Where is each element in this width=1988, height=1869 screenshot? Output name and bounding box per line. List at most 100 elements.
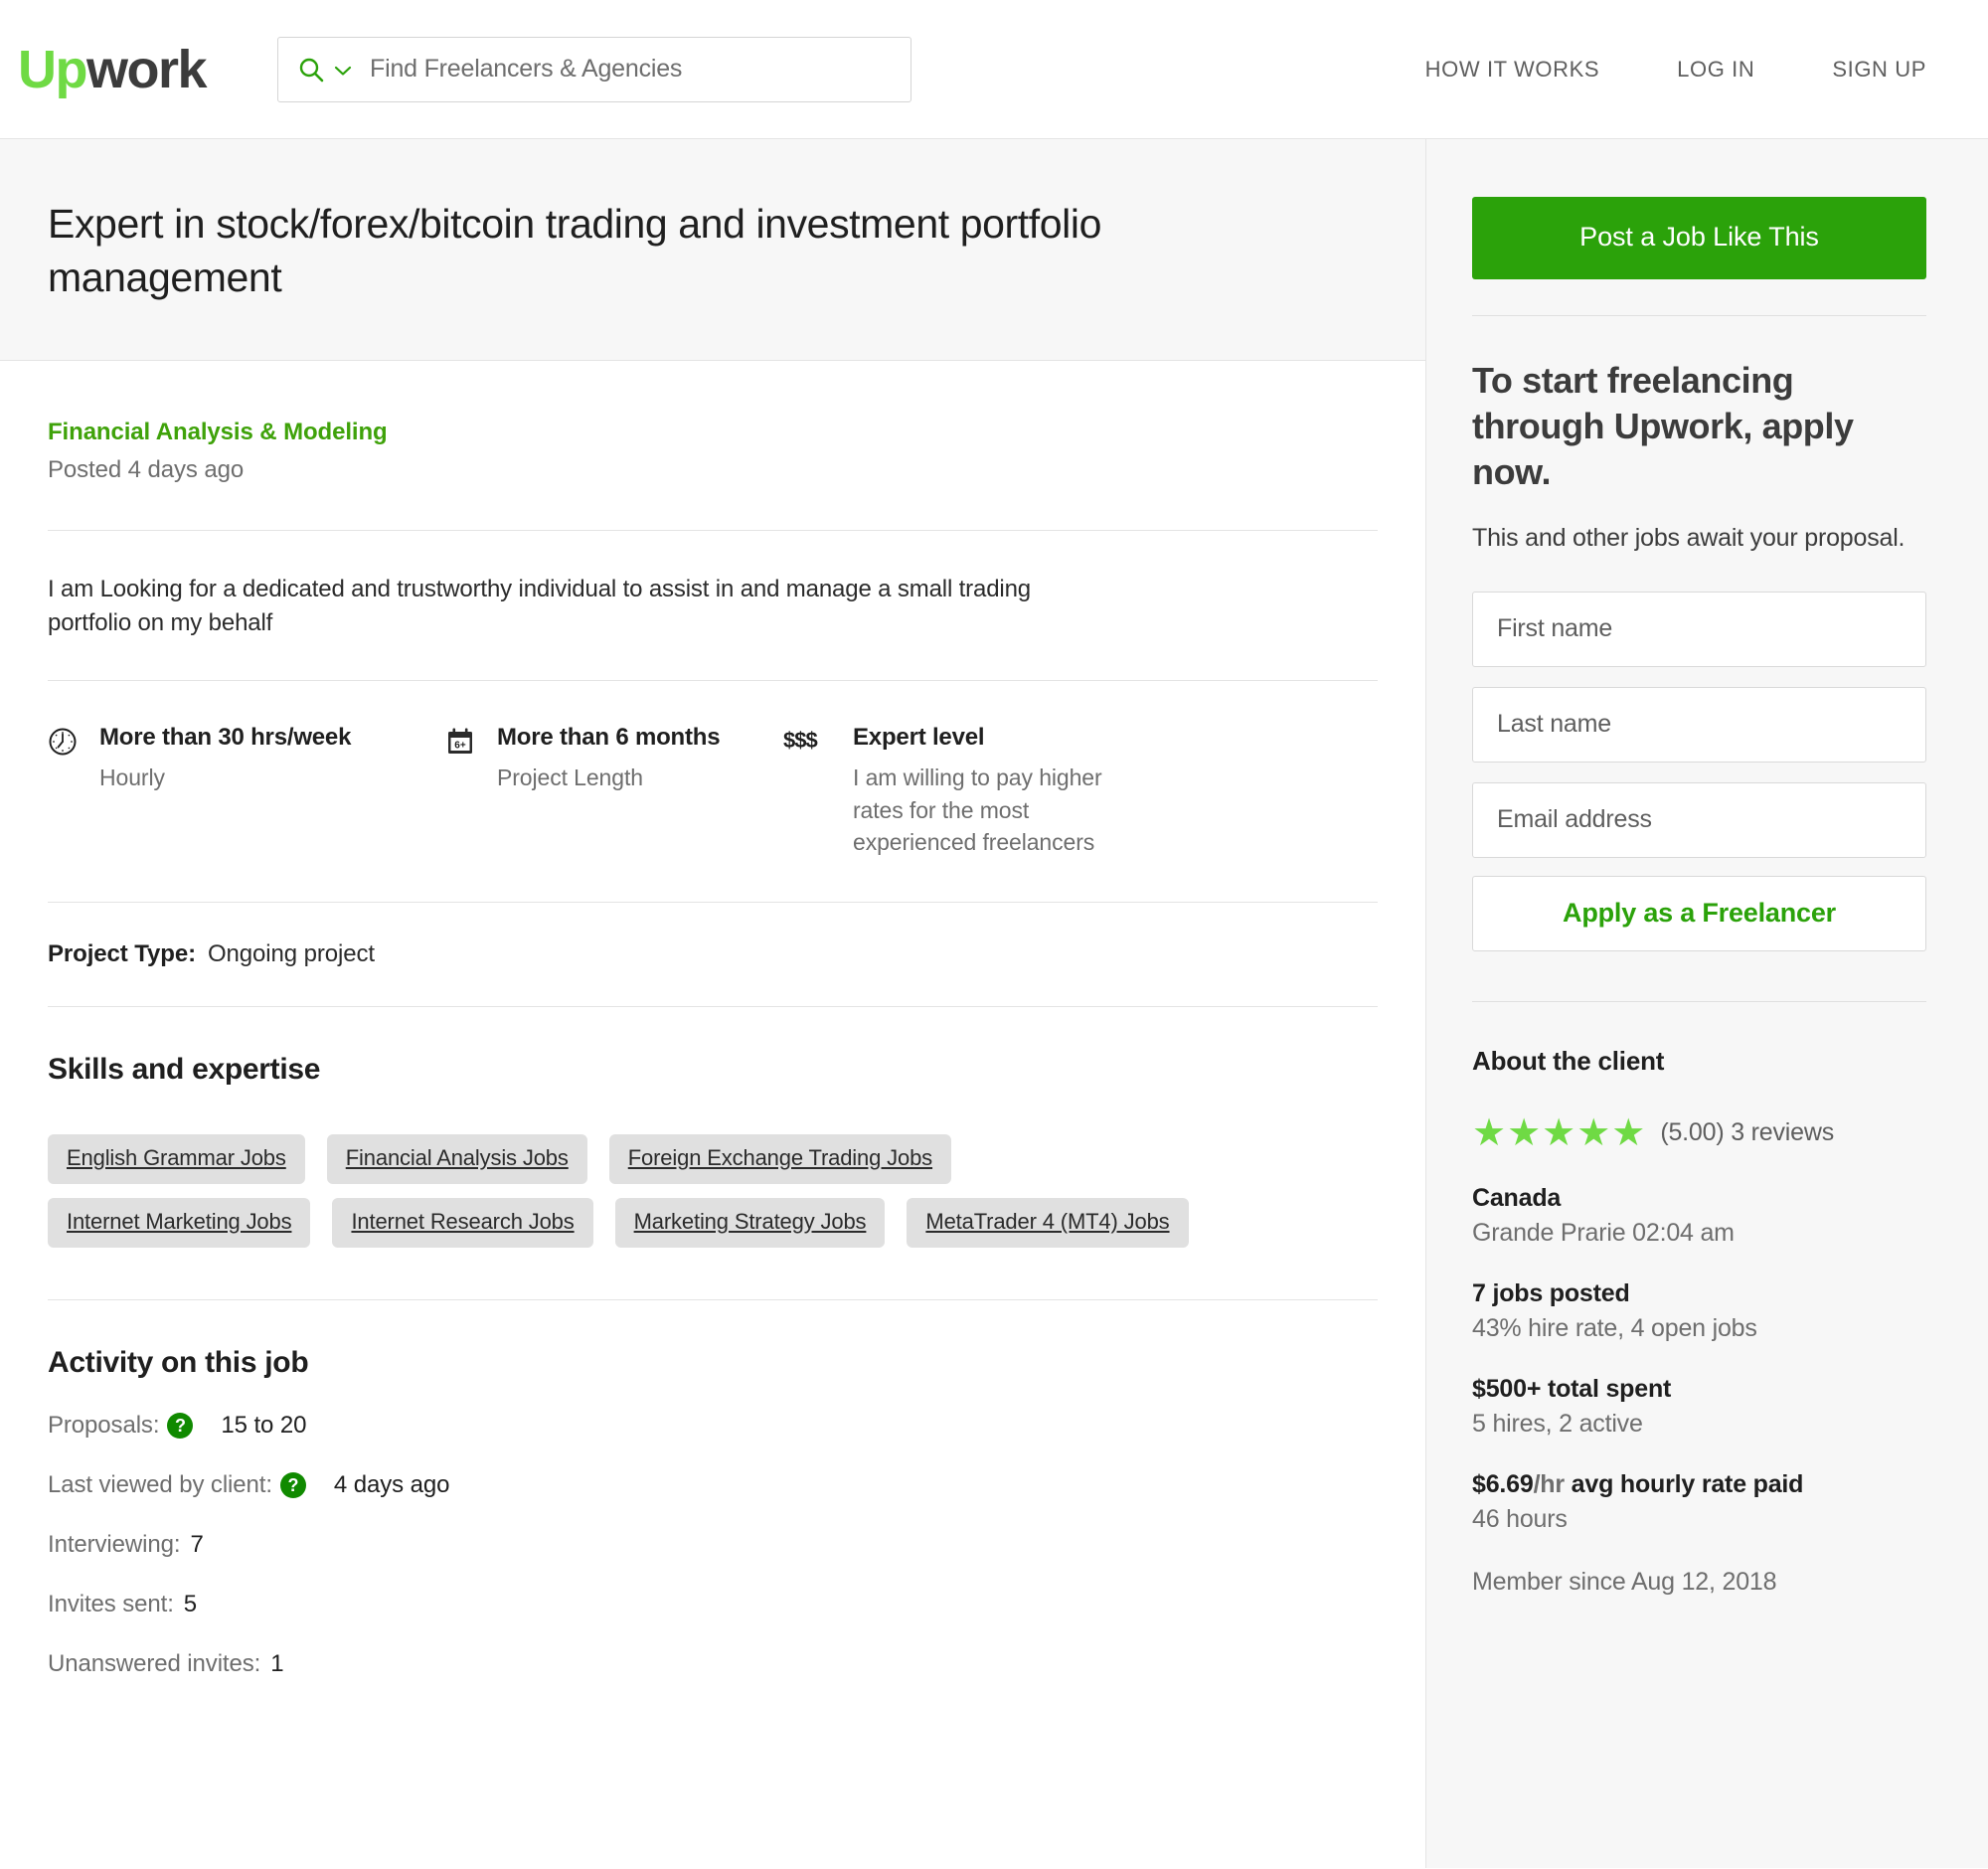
attribute-title: More than 6 months xyxy=(497,724,721,752)
signup-form xyxy=(1472,591,1926,858)
project-type-label: Project Type: xyxy=(48,939,196,967)
skills-tag-list: English Grammar Jobs Financial Analysis … xyxy=(48,1087,1221,1248)
client-avg-rate: $6.69/hr avg hourly rate paid 46 hours xyxy=(1472,1470,1926,1534)
project-type-value: Ongoing project xyxy=(207,939,375,967)
email-field[interactable] xyxy=(1472,781,1926,858)
client-total-spent: $500+ total spent xyxy=(1472,1374,1672,1403)
activity-row-proposals: Proposals: ? 15 to 20 xyxy=(48,1412,1378,1440)
avg-rate-unit: /hr xyxy=(1533,1469,1566,1498)
search-input[interactable]: Find Freelancers & Agencies xyxy=(370,55,682,84)
posted-date: Posted 4 days ago xyxy=(48,456,245,484)
attribute-hours: More than 30 hrs/week Hourly xyxy=(48,723,445,858)
activity-section: Activity on this job Proposals: ? 15 to … xyxy=(48,1346,1378,1708)
dollar-signs-icon: $$$ xyxy=(783,728,818,754)
project-type-row: Project Type: Ongoing project xyxy=(48,903,1378,1006)
job-description: I am Looking for a dedicated and trustwo… xyxy=(48,576,1031,637)
logo-work-text: work xyxy=(85,39,208,99)
client-spend: $500+ total spent 5 hires, 2 active xyxy=(1472,1375,1926,1439)
star-rating-icon: ★★★★★ xyxy=(1472,1111,1647,1154)
apply-subtext: This and other jobs await your proposal. xyxy=(1472,524,1905,553)
logo-up-text: Up xyxy=(18,39,87,99)
chevron-down-icon[interactable] xyxy=(334,64,352,76)
activity-label: Last viewed by client: xyxy=(48,1470,272,1498)
client-location: Canada Grande Prarie 02:04 am xyxy=(1472,1184,1926,1248)
activity-value: 1 xyxy=(270,1649,284,1677)
page-body: Expert in stock/forex/bitcoin trading an… xyxy=(0,139,1988,1868)
clock-icon xyxy=(48,723,82,762)
attribute-duration: 6+ More than 6 months Project Length xyxy=(445,723,783,858)
attribute-title: Expert level xyxy=(853,724,985,752)
client-local-time: Grande Prarie 02:04 am xyxy=(1472,1218,1735,1247)
attribute-experience: $$$ Expert level I am willing to pay hig… xyxy=(783,723,1111,858)
help-icon[interactable]: ? xyxy=(167,1412,194,1439)
nav-sign-up[interactable]: SIGN UP xyxy=(1832,57,1926,83)
attribute-subtitle: I am willing to pay higher rates for the… xyxy=(853,765,1102,855)
activity-label: Invites sent: xyxy=(48,1590,174,1617)
activity-value: 5 xyxy=(183,1590,198,1617)
activity-row-invites-sent: Invites sent: 5 xyxy=(48,1591,1378,1618)
rating-text: (5.00) 3 reviews xyxy=(1660,1118,1834,1147)
client-jobs: 7 jobs posted 43% hire rate, 4 open jobs xyxy=(1472,1279,1926,1343)
first-name-field[interactable] xyxy=(1472,591,1926,667)
sidebar: Post a Job Like This To start freelancin… xyxy=(1426,139,1988,1868)
search-box[interactable]: Find Freelancers & Agencies xyxy=(277,36,912,102)
divider xyxy=(48,1005,1378,1007)
client-hires: 5 hires, 2 active xyxy=(1472,1409,1643,1438)
skill-tag[interactable]: MetaTrader 4 (MT4) Jobs xyxy=(907,1197,1189,1248)
site-header: Upwork Find Freelancers & Agencies HOW I… xyxy=(0,0,1988,139)
job-details-container: Financial Analysis & Modeling Posted 4 d… xyxy=(0,361,1425,1708)
about-client-heading: About the client xyxy=(1472,1045,1665,1076)
nav-how-it-works[interactable]: HOW IT WORKS xyxy=(1425,57,1599,83)
client-country: Canada xyxy=(1472,1183,1562,1212)
activity-heading: Activity on this job xyxy=(48,1345,309,1379)
job-posting-page: Upwork Find Freelancers & Agencies HOW I… xyxy=(0,0,1988,1869)
skill-tag[interactable]: Internet Research Jobs xyxy=(332,1197,593,1248)
activity-value: 15 to 20 xyxy=(221,1411,307,1439)
job-title-band: Expert in stock/forex/bitcoin trading an… xyxy=(0,139,1425,362)
client-member-since: Member since Aug 12, 2018 xyxy=(1472,1567,1777,1596)
skills-heading: Skills and expertise xyxy=(48,1052,321,1086)
category-block: Financial Analysis & Modeling Posted 4 d… xyxy=(48,361,1378,484)
header-nav: HOW IT WORKS LOG IN SIGN UP xyxy=(1425,57,1948,83)
attribute-subtitle: Hourly xyxy=(99,765,165,791)
page-title: Expert in stock/forex/bitcoin trading an… xyxy=(48,201,1101,301)
about-the-client: About the client ★★★★★ (5.00) 3 reviews … xyxy=(1426,1002,1988,1597)
activity-row-last-viewed: Last viewed by client: ? 4 days ago xyxy=(48,1471,1378,1499)
activity-label: Interviewing: xyxy=(48,1530,181,1558)
client-hire-rate: 43% hire rate, 4 open jobs xyxy=(1472,1313,1757,1342)
svg-text:6+: 6+ xyxy=(454,741,466,752)
activity-value: 4 days ago xyxy=(333,1470,450,1498)
last-name-field[interactable] xyxy=(1472,686,1926,763)
job-attributes-row: More than 30 hrs/week Hourly 6+ More tha… xyxy=(48,681,1378,902)
apply-heading: To start freelancing through Upwork, app… xyxy=(1472,360,1854,493)
job-category-link[interactable]: Financial Analysis & Modeling xyxy=(48,419,388,445)
skill-tag[interactable]: English Grammar Jobs xyxy=(48,1133,305,1184)
client-rating: ★★★★★ (5.00) 3 reviews xyxy=(1472,1114,1926,1152)
skill-tag[interactable]: Internet Marketing Jobs xyxy=(48,1197,311,1248)
post-a-job-button[interactable]: Post a Job Like This xyxy=(1472,197,1926,279)
attribute-title: More than 30 hrs/week xyxy=(99,724,352,752)
apply-panel: Post a Job Like This To start freelancin… xyxy=(1426,139,1988,1002)
nav-log-in[interactable]: LOG IN xyxy=(1677,57,1754,83)
activity-label: Proposals: xyxy=(48,1411,160,1439)
activity-row-interviewing: Interviewing: 7 xyxy=(48,1531,1378,1559)
skill-tag[interactable]: Marketing Strategy Jobs xyxy=(614,1197,886,1248)
avg-rate-label: avg hourly rate paid xyxy=(1564,1469,1804,1498)
attribute-subtitle: Project Length xyxy=(497,765,643,791)
skill-tag[interactable]: Foreign Exchange Trading Jobs xyxy=(608,1133,952,1184)
divider xyxy=(48,1298,1378,1300)
client-avg-rate-line: $6.69/hr avg hourly rate paid xyxy=(1472,1470,1926,1499)
activity-row-unanswered-invites: Unanswered invites: 1 xyxy=(48,1650,1378,1678)
search-icon[interactable] xyxy=(298,57,324,83)
upwork-logo[interactable]: Upwork xyxy=(18,39,208,99)
apply-as-freelancer-button[interactable]: Apply as a Freelancer xyxy=(1472,875,1926,951)
avg-rate-amount: $6.69 xyxy=(1472,1469,1534,1498)
activity-label: Unanswered invites: xyxy=(48,1649,261,1677)
calendar-icon: 6+ xyxy=(445,723,479,762)
client-hours: 46 hours xyxy=(1472,1504,1568,1533)
client-jobs-posted: 7 jobs posted xyxy=(1472,1278,1630,1307)
skill-tag[interactable]: Financial Analysis Jobs xyxy=(326,1133,587,1184)
main-content: Expert in stock/forex/bitcoin trading an… xyxy=(0,139,1426,1868)
help-icon[interactable]: ? xyxy=(279,1471,306,1498)
activity-value: 7 xyxy=(190,1530,204,1558)
